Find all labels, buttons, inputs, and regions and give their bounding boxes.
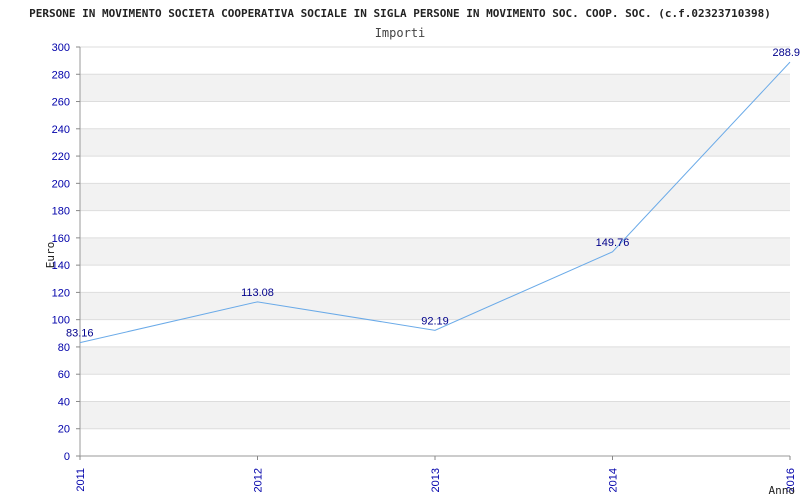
y-tick-label: 240 [52, 124, 70, 136]
x-axis-label: Anno [769, 484, 796, 497]
line-chart: 0204060801001201401601802002202402602803… [29, 7, 800, 497]
x-tick-label: 2012 [253, 468, 265, 492]
x-axis-ticks: 2011 2012 2013 2014 2016 [75, 456, 797, 492]
y-tick-label: 0 [64, 451, 70, 463]
chart-title: PERSONE IN MOVIMENTO SOCIETA COOPERATIVA… [29, 7, 771, 20]
y-tick-label: 180 [52, 206, 70, 218]
y-tick-label: 300 [52, 42, 70, 54]
y-tick-label: 80 [58, 342, 70, 354]
data-label: 288.9 [772, 47, 800, 59]
grid-band [80, 237, 790, 266]
x-tick-label: 2011 [75, 468, 87, 492]
y-tick-label: 280 [52, 69, 70, 81]
y-tick-label: 20 [58, 424, 70, 436]
y-tick-label: 60 [58, 369, 70, 381]
grid-band [80, 74, 790, 102]
data-label: 113.08 [241, 287, 274, 299]
grid-band [80, 183, 790, 211]
grid-band [80, 346, 790, 375]
grid-band [80, 401, 790, 429]
y-tick-label: 40 [58, 396, 70, 408]
y-tick-label: 100 [52, 315, 70, 327]
y-tick-label: 260 [52, 97, 70, 109]
y-tick-label: 220 [52, 151, 70, 163]
y-tick-label: 200 [52, 178, 70, 190]
grid-bands [80, 74, 790, 429]
data-label: 83.16 [66, 328, 94, 340]
x-tick-label: 2013 [430, 468, 442, 492]
data-label: 149.76 [596, 237, 630, 249]
data-label: 92.19 [421, 315, 449, 327]
y-axis-label: Euro [44, 242, 57, 269]
grid-band [80, 128, 790, 157]
y-tick-label: 120 [52, 287, 70, 299]
chart-subtitle: Importi [375, 26, 426, 40]
x-tick-label: 2014 [608, 468, 620, 492]
